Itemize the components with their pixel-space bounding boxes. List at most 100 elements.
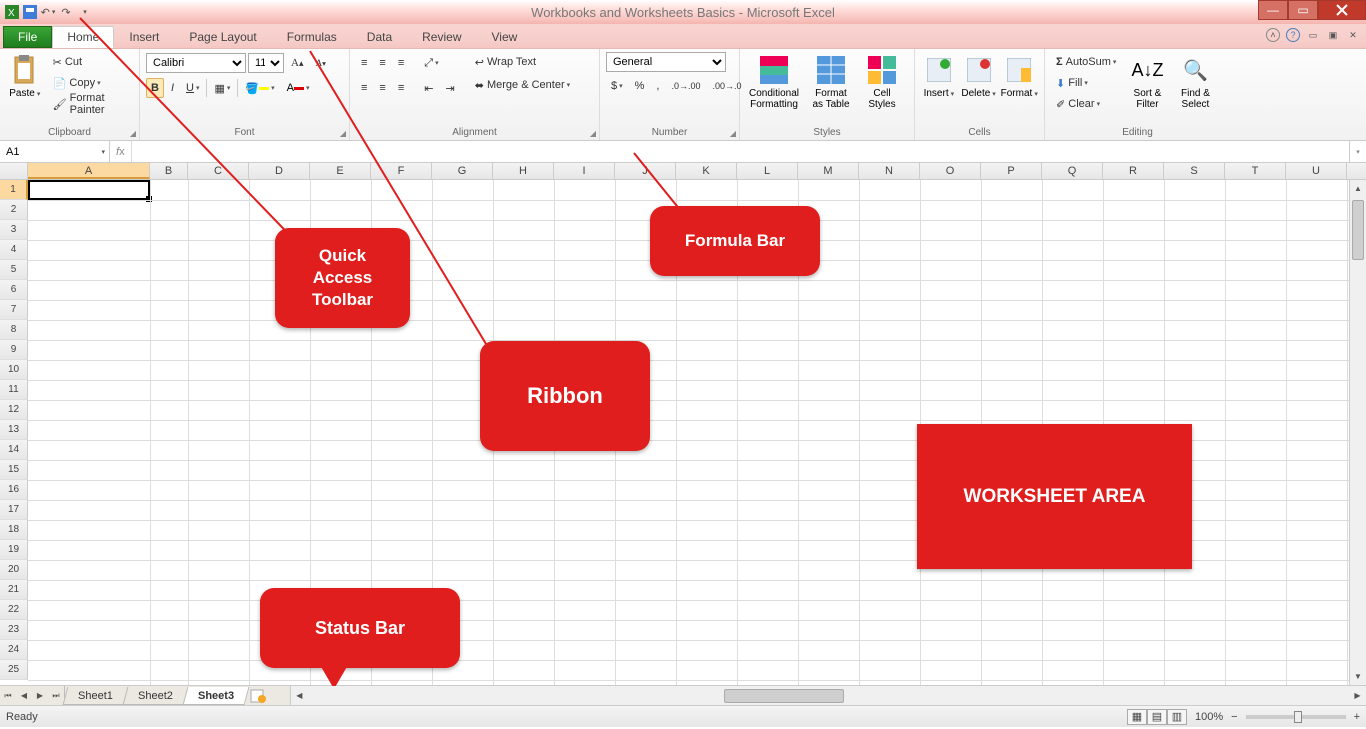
column-header-M[interactable]: M — [798, 163, 859, 179]
expand-formula-bar-icon[interactable]: ▾ — [1349, 141, 1366, 162]
column-header-L[interactable]: L — [737, 163, 798, 179]
row-header-24[interactable]: 24 — [0, 640, 28, 660]
window-options-icon[interactable]: ▭ — [1306, 28, 1320, 42]
page-layout-view-button[interactable]: ▤ — [1147, 709, 1167, 725]
sheet-tab-sheet3[interactable]: Sheet3 — [182, 687, 249, 705]
row-header-21[interactable]: 21 — [0, 580, 28, 600]
column-header-O[interactable]: O — [920, 163, 981, 179]
row-header-6[interactable]: 6 — [0, 280, 28, 300]
close-workbook-icon[interactable]: ✕ — [1346, 28, 1360, 42]
percent-button[interactable]: % — [630, 76, 650, 96]
underline-button[interactable]: U▾ — [181, 78, 204, 98]
horizontal-scrollbar[interactable]: ◀ ▶ — [290, 686, 1366, 705]
row-header-4[interactable]: 4 — [0, 240, 28, 260]
scroll-up-icon[interactable]: ▲ — [1350, 180, 1366, 197]
row-header-11[interactable]: 11 — [0, 380, 28, 400]
vertical-scrollbar[interactable]: ▲ ▼ — [1349, 180, 1366, 685]
close-button[interactable] — [1318, 0, 1366, 20]
column-header-R[interactable]: R — [1103, 163, 1164, 179]
row-header-19[interactable]: 19 — [0, 540, 28, 560]
column-header-S[interactable]: S — [1164, 163, 1225, 179]
alignment-dialog-icon[interactable]: ◢ — [590, 129, 596, 138]
italic-button[interactable]: I — [166, 78, 179, 98]
row-header-20[interactable]: 20 — [0, 560, 28, 580]
cell-styles-button[interactable]: Cell Styles — [860, 52, 904, 110]
number-dialog-icon[interactable]: ◢ — [730, 129, 736, 138]
row-header-13[interactable]: 13 — [0, 420, 28, 440]
sort-filter-button[interactable]: A↓ZSort & Filter — [1125, 52, 1169, 110]
font-color-button[interactable]: A▾ — [282, 78, 315, 98]
scroll-left-icon[interactable]: ◀ — [291, 691, 308, 700]
new-sheet-button[interactable] — [246, 686, 270, 705]
help-icon[interactable]: ? — [1286, 28, 1300, 42]
fill-button[interactable]: ⬇ Fill▾ — [1051, 73, 1121, 93]
column-header-H[interactable]: H — [493, 163, 554, 179]
undo-icon[interactable]: ↶▾ — [40, 4, 56, 20]
formula-input[interactable] — [132, 141, 1349, 162]
align-middle-button[interactable]: ≡ — [374, 53, 390, 73]
sheet-last-icon[interactable]: ⏭ — [48, 691, 64, 701]
currency-button[interactable]: $▾ — [606, 76, 628, 96]
row-header-5[interactable]: 5 — [0, 260, 28, 280]
name-box-dropdown-icon[interactable]: ▾ — [101, 148, 105, 156]
zoom-thumb[interactable] — [1294, 711, 1302, 723]
merge-center-button[interactable]: ⬌ Merge & Center▾ — [470, 75, 575, 95]
find-select-button[interactable]: 🔍Find & Select — [1173, 52, 1217, 110]
increase-indent-button[interactable]: ⇥ — [440, 78, 459, 98]
column-header-N[interactable]: N — [859, 163, 920, 179]
align-right-button[interactable]: ≡ — [393, 78, 409, 98]
column-header-K[interactable]: K — [676, 163, 737, 179]
tab-formulas[interactable]: Formulas — [272, 26, 352, 48]
h-scroll-thumb[interactable] — [724, 689, 844, 703]
fill-color-button[interactable]: 🪣▾ — [240, 78, 279, 98]
font-name-select[interactable]: Calibri — [146, 53, 246, 73]
row-header-10[interactable]: 10 — [0, 360, 28, 380]
column-header-I[interactable]: I — [554, 163, 615, 179]
maximize-button[interactable]: ▭ — [1288, 0, 1318, 20]
align-left-button[interactable]: ≡ — [356, 78, 372, 98]
sheet-first-icon[interactable]: ⏮ — [0, 691, 16, 701]
row-header-16[interactable]: 16 — [0, 480, 28, 500]
sheet-tab-sheet1[interactable]: Sheet1 — [63, 687, 129, 705]
font-size-select[interactable]: 11 — [248, 53, 284, 73]
sheet-tab-sheet2[interactable]: Sheet2 — [122, 687, 188, 705]
select-all-corner[interactable] — [0, 163, 28, 179]
number-format-select[interactable]: General — [606, 52, 726, 72]
increase-decimal-button[interactable]: .0→.00 — [666, 76, 705, 96]
column-header-B[interactable]: B — [150, 163, 188, 179]
column-header-G[interactable]: G — [432, 163, 493, 179]
fx-icon[interactable]: fx — [116, 146, 125, 158]
format-as-table-button[interactable]: Format as Table — [806, 52, 856, 110]
row-header-9[interactable]: 9 — [0, 340, 28, 360]
tab-data[interactable]: Data — [352, 26, 407, 48]
tab-view[interactable]: View — [477, 26, 533, 48]
name-box[interactable]: A1▾ — [0, 141, 110, 162]
row-header-3[interactable]: 3 — [0, 220, 28, 240]
row-header-1[interactable]: 1 — [0, 180, 28, 200]
row-header-23[interactable]: 23 — [0, 620, 28, 640]
zoom-level[interactable]: 100% — [1195, 711, 1223, 723]
autosum-button[interactable]: Σ AutoSum▾ — [1051, 52, 1121, 72]
zoom-out-button[interactable]: − — [1231, 711, 1237, 723]
scroll-right-icon[interactable]: ▶ — [1349, 691, 1366, 700]
sheet-prev-icon[interactable]: ◀ — [16, 691, 32, 700]
column-header-C[interactable]: C — [188, 163, 249, 179]
format-cells-button[interactable]: Format▾ — [1000, 52, 1038, 99]
increase-font-button[interactable]: A▴ — [286, 53, 309, 73]
row-header-2[interactable]: 2 — [0, 200, 28, 220]
row-header-7[interactable]: 7 — [0, 300, 28, 320]
minimize-button[interactable]: — — [1258, 0, 1288, 20]
tab-review[interactable]: Review — [407, 26, 476, 48]
v-scroll-thumb[interactable] — [1352, 200, 1364, 260]
row-header-8[interactable]: 8 — [0, 320, 28, 340]
row-header-15[interactable]: 15 — [0, 460, 28, 480]
normal-view-button[interactable]: ▦ — [1127, 709, 1147, 725]
format-painter-button[interactable]: 🖌 Format Painter — [48, 94, 133, 114]
sheet-next-icon[interactable]: ▶ — [32, 691, 48, 700]
clipboard-dialog-icon[interactable]: ◢ — [130, 129, 136, 138]
paste-button[interactable]: Paste▾ — [6, 52, 44, 99]
row-header-25[interactable]: 25 — [0, 660, 28, 680]
orientation-button[interactable]: ⤢▾ — [419, 53, 443, 73]
scroll-down-icon[interactable]: ▼ — [1350, 668, 1366, 685]
column-header-A[interactable]: A — [28, 163, 150, 179]
